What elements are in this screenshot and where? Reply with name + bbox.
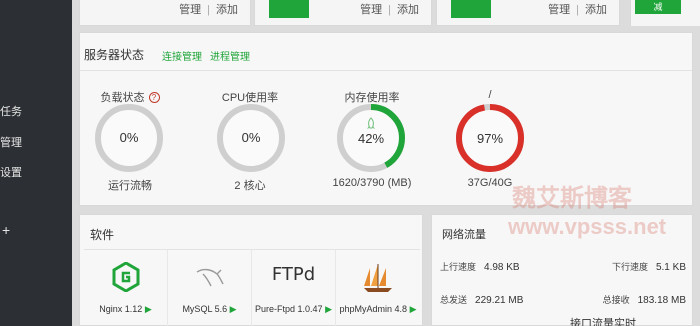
gauge-percent: 97% xyxy=(477,131,503,146)
app-nginx[interactable]: Nginx 1.12 ▶ xyxy=(84,250,168,326)
gauge-ring-disk: 97% xyxy=(456,104,524,172)
app-pure-ftpd[interactable]: FTPd Pure-Ftpd 1.0.47 ▶ xyxy=(252,250,336,326)
memory-usage-text: 1620/3790 (MB) xyxy=(332,177,412,189)
add-link[interactable]: 添加 xyxy=(397,4,419,16)
play-arrow-icon[interactable]: ▶ xyxy=(410,304,417,314)
add-link[interactable]: 添加 xyxy=(216,4,238,16)
gauge-label: CPU使用率 xyxy=(221,92,279,104)
sidebar: 任务 管理 设置 + xyxy=(0,0,72,326)
gauge-memory[interactable]: 内存使用率 xyxy=(332,89,412,105)
gauge-core-count: 2 核心 xyxy=(234,180,266,192)
gauge-load[interactable]: 负载状态? xyxy=(90,89,170,105)
panel-title: 服务器状态 xyxy=(84,48,145,62)
software-title: 软件 xyxy=(90,228,115,242)
gauge-percent: 0% xyxy=(241,130,261,145)
panel-header: 服务器状态 连接管理 进程管理 xyxy=(80,33,692,71)
sidebar-item-manage[interactable]: 管理 xyxy=(0,134,22,150)
up-speed-value: 4.98 KB xyxy=(484,262,520,273)
app-name: Nginx 1.12 xyxy=(99,304,143,314)
total-recv-label: 总接收 xyxy=(602,295,630,305)
gauge-label: 负载状态 xyxy=(100,92,145,104)
speed-row: 上行速度 4.98 KB 下行速度 5.1 KB xyxy=(440,260,690,273)
down-speed-label: 下行速度 xyxy=(611,262,648,272)
gauge-label: 内存使用率 xyxy=(344,92,400,104)
gauge-percent: 0% xyxy=(119,130,139,145)
sidebar-item-tasks[interactable]: 任务 xyxy=(0,103,22,119)
up-speed-label: 上行速度 xyxy=(440,262,477,272)
total-row: 总发送 229.21 MB 总接收 183.18 MB xyxy=(440,293,690,306)
software-list: Nginx 1.12 ▶ MySQL 5.6 ▶ FTPd Pure-Ftpd … xyxy=(84,249,420,326)
app-mysql[interactable]: MySQL 5.6 ▶ xyxy=(168,250,252,326)
watermark-url: www.vpsss.net xyxy=(508,214,667,239)
gauge-disk[interactable]: / xyxy=(450,89,530,101)
play-arrow-icon[interactable]: ▶ xyxy=(325,304,332,314)
app-phpmyadmin[interactable]: phpMyAdmin 4.8 ▶ xyxy=(336,250,420,326)
question-circle-icon[interactable]: ? xyxy=(148,92,160,103)
down-speed-value: 5.1 KB xyxy=(655,262,686,273)
manage-link[interactable]: 管理 xyxy=(548,4,570,16)
card-icon-block xyxy=(451,0,491,18)
nginx-icon xyxy=(84,261,167,296)
software-panel: 软件 Nginx 1.12 ▶ MySQL 5.6 ▶ FTPd Pure-Ft… xyxy=(79,214,423,326)
app-name: MySQL 5.6 xyxy=(182,304,228,314)
gauge-cpu[interactable]: CPU使用率 xyxy=(210,89,290,105)
total-sent-value: 229.21 MB xyxy=(475,295,524,306)
play-arrow-icon[interactable]: ▶ xyxy=(145,304,152,314)
ftp-logo-text: FTPd xyxy=(271,264,316,285)
sidebar-add-icon[interactable]: + xyxy=(2,222,10,238)
mysql-dolphin-icon xyxy=(168,262,251,296)
total-recv-value: 183.18 MB xyxy=(637,295,686,306)
sidebar-item-settings[interactable]: 设置 xyxy=(0,164,22,180)
gauge-status-text: 运行流畅 xyxy=(108,180,152,192)
card-icon-block xyxy=(269,0,309,18)
top-card-3: 管理 | 添加 xyxy=(436,0,620,26)
play-arrow-icon[interactable]: ▶ xyxy=(230,304,237,314)
network-title: 网络流量 xyxy=(442,229,486,241)
watermark-title: 魏艾斯博客 xyxy=(512,185,632,212)
connection-manage-link[interactable]: 连接管理 xyxy=(162,48,202,63)
gauge-label: / xyxy=(488,89,492,101)
app-name: phpMyAdmin 4.8 xyxy=(339,304,408,314)
phpmyadmin-sailboat-icon xyxy=(336,262,420,296)
gauge-ring-cpu: 0% xyxy=(217,104,285,172)
gauge-ring-memory: 42% xyxy=(337,104,405,172)
corner-button[interactable]: 减 xyxy=(635,0,681,14)
gauge-percent: 42% xyxy=(358,131,384,146)
process-manage-link[interactable]: 进程管理 xyxy=(210,48,250,63)
gauge-ring-load: 0% xyxy=(95,104,163,172)
top-card-1: 管理 | 添加 xyxy=(79,0,251,26)
ftp-icon: FTPd xyxy=(252,264,335,298)
manage-link[interactable]: 管理 xyxy=(360,4,382,16)
add-link[interactable]: 添加 xyxy=(585,4,607,16)
interface-traffic-label: 接口流量实时 xyxy=(570,318,636,326)
top-card-2: 管理 | 添加 xyxy=(254,0,432,26)
manage-link[interactable]: 管理 xyxy=(179,4,201,16)
total-sent-label: 总发送 xyxy=(440,295,468,305)
top-right-card: 减 xyxy=(630,0,700,26)
app-name: Pure-Ftpd 1.0.47 xyxy=(255,304,323,314)
